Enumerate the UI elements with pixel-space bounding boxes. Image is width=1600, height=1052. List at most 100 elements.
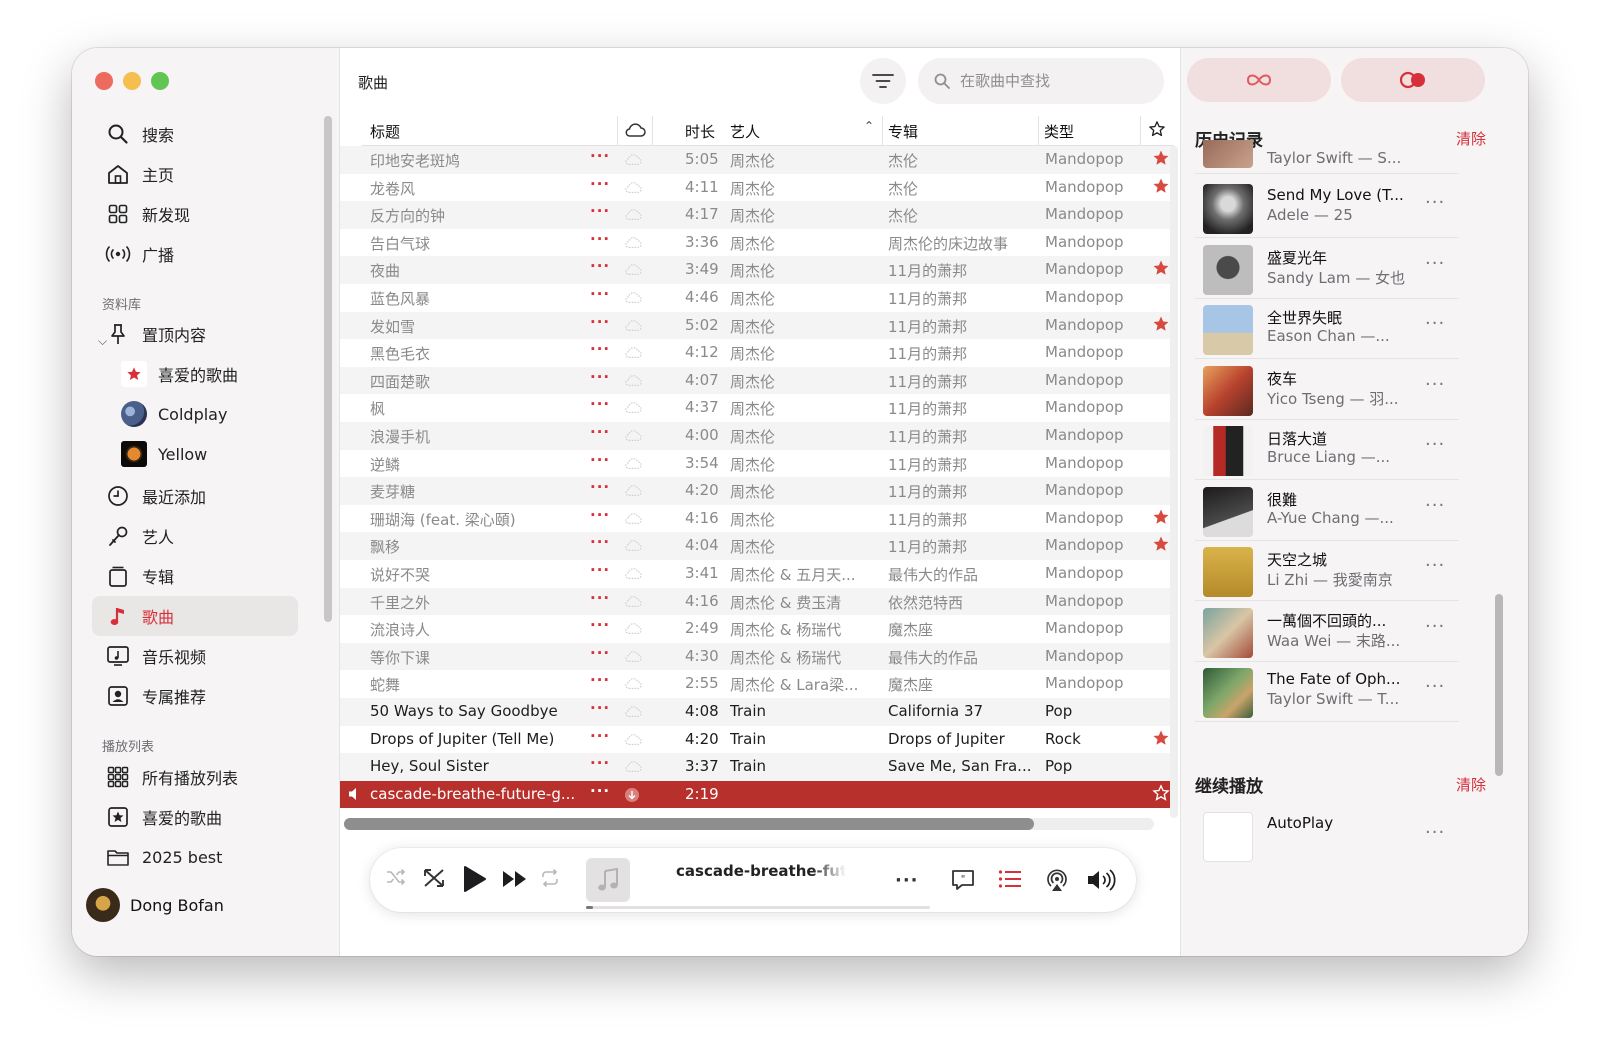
repeat-button[interactable] bbox=[540, 868, 560, 888]
next-track-button[interactable] bbox=[502, 869, 528, 889]
sidebar-item-coldplay[interactable]: Coldplay bbox=[92, 394, 298, 434]
history-item-more-button[interactable]: ··· bbox=[1425, 192, 1445, 213]
row-more-button[interactable]: ··· bbox=[590, 395, 614, 413]
row-more-button[interactable]: ··· bbox=[590, 285, 614, 303]
row-more-button[interactable]: ··· bbox=[590, 202, 614, 220]
table-row[interactable]: 夜曲 ··· 3:49 周杰伦 11月的萧邦 Mandopop bbox=[340, 256, 1176, 284]
row-more-button[interactable]: ··· bbox=[590, 340, 614, 358]
favorite-toggle[interactable] bbox=[1152, 508, 1172, 530]
shuffle-button[interactable] bbox=[386, 868, 406, 886]
sidebar-item-yellow[interactable]: Yellow bbox=[92, 434, 298, 474]
search-field[interactable] bbox=[918, 58, 1164, 104]
table-row[interactable]: 等你下课 ··· 4:30 周杰伦 & 杨瑞代 最伟大的作品 Mandopop bbox=[340, 642, 1176, 671]
sidebar-item-music-videos[interactable]: 音乐视频 bbox=[92, 636, 298, 676]
table-row[interactable]: 龙卷风 ··· 4:11 周杰伦 杰伦 Mandopop bbox=[340, 174, 1176, 202]
row-more-button[interactable]: ··· bbox=[590, 257, 614, 275]
column-header-artist[interactable]: 艺人 bbox=[730, 121, 760, 142]
playback-progress-bar[interactable] bbox=[586, 906, 930, 909]
minimize-window-button[interactable] bbox=[123, 72, 141, 90]
row-more-button[interactable]: ··· bbox=[590, 782, 614, 800]
sort-ascending-icon[interactable]: ⌃ bbox=[864, 119, 874, 133]
table-row[interactable]: 枫 ··· 4:37 周杰伦 11月的萧邦 Mandopop bbox=[340, 394, 1176, 422]
row-more-button[interactable]: ··· bbox=[590, 451, 614, 469]
table-row[interactable]: 印地安老斑鸠 ··· 5:05 周杰伦 杰伦 Mandopop bbox=[340, 146, 1176, 174]
history-item[interactable]: 天空之城 Li Zhi — 我愛南京 ··· bbox=[1195, 541, 1459, 601]
column-header-album[interactable]: 专辑 bbox=[888, 121, 918, 142]
sidebar-item-home[interactable]: 主页 bbox=[92, 154, 298, 194]
autoplay-label[interactable]: AutoPlay bbox=[1267, 814, 1333, 832]
sidebar-item-albums[interactable]: 专辑 bbox=[92, 556, 298, 596]
search-input[interactable] bbox=[960, 72, 1150, 90]
table-row[interactable]: Hey, Soul Sister ··· 3:37 Train Save Me, San… bbox=[340, 753, 1176, 781]
table-row[interactable]: 蓝色风暴 ··· 4:46 周杰伦 11月的萧邦 Mandopop bbox=[340, 284, 1176, 312]
row-more-button[interactable]: ··· bbox=[590, 533, 614, 551]
filter-button[interactable] bbox=[860, 58, 906, 104]
crossfade-button[interactable] bbox=[422, 866, 446, 890]
table-row[interactable]: 蛇舞 ··· 2:55 周杰伦 & Lara梁... 魔杰座 Mandopop bbox=[340, 670, 1176, 698]
table-row[interactable]: 浪漫手机 ··· 4:00 周杰伦 11月的萧邦 Mandopop bbox=[340, 422, 1176, 450]
row-more-button[interactable]: ··· bbox=[590, 175, 614, 193]
history-item[interactable]: 很難 A-Yue Chang —... ··· bbox=[1195, 481, 1459, 541]
table-row[interactable]: 黑色毛衣 ··· 4:12 周杰伦 11月的萧邦 Mandopop bbox=[340, 339, 1176, 367]
table-row[interactable]: 50 Ways to Say Goodbye ··· 4:08 Train Califo… bbox=[340, 698, 1176, 726]
history-item[interactable]: 夜车 Yico Tseng — 羽... ··· bbox=[1195, 360, 1459, 420]
autoplay-toggle-button[interactable] bbox=[1341, 58, 1485, 102]
row-more-button[interactable]: ··· bbox=[590, 727, 614, 745]
table-row[interactable]: 说好不哭 ··· 3:41 周杰伦 & 五月天... 最伟大的作品 Mandopop bbox=[340, 560, 1176, 588]
history-item-more-button[interactable]: ··· bbox=[1425, 434, 1445, 455]
close-window-button[interactable] bbox=[95, 72, 113, 90]
favorite-toggle[interactable] bbox=[1152, 729, 1172, 751]
sidebar-item-new[interactable]: 新发现 bbox=[92, 194, 298, 234]
queue-button[interactable] bbox=[998, 869, 1022, 889]
history-item-partial[interactable]: Taylor Swift — S... bbox=[1195, 140, 1459, 174]
favorite-toggle[interactable] bbox=[1152, 149, 1172, 171]
row-more-button[interactable]: ··· bbox=[590, 423, 614, 441]
row-more-button[interactable]: ··· bbox=[590, 561, 614, 579]
table-row[interactable]: 飘移 ··· 4:04 周杰伦 11月的萧邦 Mandopop bbox=[340, 532, 1176, 560]
clear-history-button[interactable]: 清除 bbox=[1456, 128, 1486, 149]
row-more-button[interactable]: ··· bbox=[590, 589, 614, 607]
column-header-genre[interactable]: 类型 bbox=[1044, 121, 1074, 142]
table-row-now-playing[interactable]: cascade-breathe-future-g... ··· 2:19 bbox=[340, 780, 1176, 809]
column-header-title[interactable]: 标题 bbox=[370, 121, 400, 142]
table-row[interactable]: 逆鳞 ··· 3:54 周杰伦 11月的萧邦 Mandopop bbox=[340, 450, 1176, 478]
user-account[interactable]: Dong Bofan bbox=[86, 888, 224, 922]
column-header-cloud[interactable] bbox=[624, 122, 646, 142]
history-item-more-button[interactable]: ··· bbox=[1425, 495, 1445, 516]
more-options-button[interactable]: ··· bbox=[895, 870, 919, 891]
history-item-more-button[interactable]: ··· bbox=[1425, 676, 1445, 697]
volume-button[interactable] bbox=[1086, 868, 1116, 892]
table-row[interactable]: 麦芽糖 ··· 4:20 周杰伦 11月的萧邦 Mandopop bbox=[340, 477, 1176, 505]
table-row[interactable]: 千里之外 ··· 4:16 周杰伦 & 费玉清 依然范特西 Mandopop bbox=[340, 587, 1176, 616]
favorite-toggle[interactable] bbox=[1152, 315, 1172, 337]
play-button[interactable] bbox=[460, 864, 488, 894]
table-row[interactable]: 四面楚歌 ··· 4:07 周杰伦 11月的萧邦 Mandopop bbox=[340, 366, 1176, 395]
now-playing-title[interactable]: cascade-breathe-future bbox=[676, 862, 846, 880]
sidebar-item-favorite-songs-playlist[interactable]: 喜爱的歌曲 bbox=[92, 797, 298, 837]
zoom-window-button[interactable] bbox=[151, 72, 169, 90]
sidebar-item-search[interactable]: 搜索 bbox=[92, 114, 298, 154]
sidebar-item-radio[interactable]: 广播 bbox=[92, 234, 298, 274]
sidebar-item-favorite-songs-pinned[interactable]: 喜爱的歌曲 bbox=[92, 354, 298, 394]
table-row[interactable]: 流浪诗人 ··· 2:49 周杰伦 & 杨瑞代 魔杰座 Mandopop bbox=[340, 615, 1176, 643]
sidebar-item-songs[interactable]: 歌曲 bbox=[92, 596, 298, 636]
sidebar-item-recently-added[interactable]: 最近添加 bbox=[92, 476, 298, 516]
row-more-button[interactable]: ··· bbox=[590, 754, 614, 772]
sidebar-item-made-for-you[interactable]: 专属推荐 bbox=[92, 676, 298, 716]
horizontal-scrollbar[interactable] bbox=[344, 818, 1154, 830]
table-row[interactable]: 反方向的钟 ··· 4:17 周杰伦 杰伦 Mandopop bbox=[340, 201, 1176, 229]
autoplay-more-button[interactable]: ··· bbox=[1425, 822, 1445, 843]
history-item[interactable]: Send My Love (T... Adele — 25 ··· bbox=[1195, 178, 1459, 238]
row-more-button[interactable]: ··· bbox=[590, 313, 614, 331]
table-row[interactable]: Drops of Jupiter (Tell Me) ··· 4:20 Train Dr… bbox=[340, 726, 1176, 754]
history-item[interactable]: The Fate of Oph... Taylor Swift — T... ··· bbox=[1195, 662, 1459, 722]
column-header-favorite[interactable] bbox=[1148, 120, 1166, 142]
favorite-toggle[interactable] bbox=[1152, 784, 1172, 806]
history-item-more-button[interactable]: ··· bbox=[1425, 555, 1445, 576]
history-item-more-button[interactable]: ··· bbox=[1425, 374, 1445, 395]
row-more-button[interactable]: ··· bbox=[590, 671, 614, 689]
clear-queue-button[interactable]: 清除 bbox=[1456, 774, 1486, 795]
history-item[interactable]: 日落大道 Bruce Liang —... ··· bbox=[1195, 420, 1459, 480]
table-row[interactable]: 告白气球 ··· 3:36 周杰伦 周杰伦的床边故事 Mandopop bbox=[340, 229, 1176, 257]
history-scrollbar[interactable] bbox=[1495, 594, 1503, 776]
